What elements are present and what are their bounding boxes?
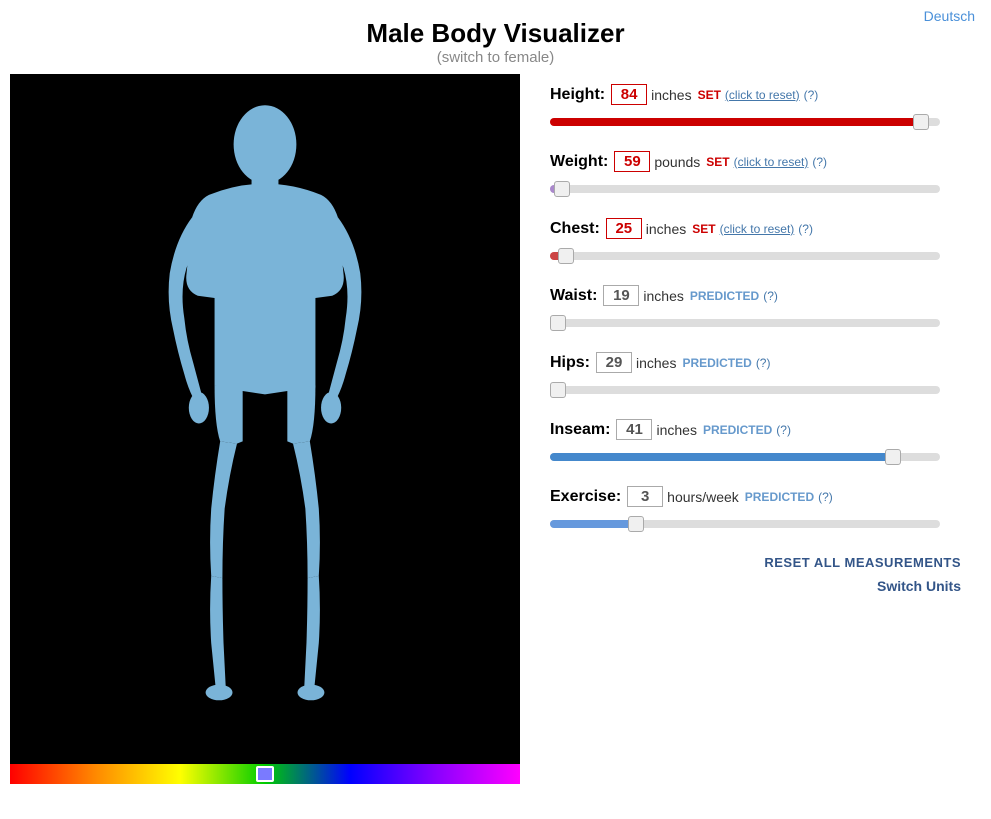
chest-slider-thumb[interactable] xyxy=(558,248,574,264)
main-content: Height: 84 inches SET (click to reset) (… xyxy=(0,74,991,784)
height-slider-track xyxy=(550,118,940,126)
waist-value[interactable]: 19 xyxy=(603,285,639,306)
waist-slider-track xyxy=(550,319,940,327)
controls-panel: Height: 84 inches SET (click to reset) (… xyxy=(520,74,981,614)
height-unit: inches xyxy=(651,87,691,103)
inseam-slider-fill xyxy=(550,453,893,461)
inseam-slider-track xyxy=(550,453,940,461)
inseam-slider-thumb[interactable] xyxy=(885,449,901,465)
height-slider-thumb[interactable] xyxy=(913,114,929,130)
gender-switch[interactable]: (switch to female) xyxy=(0,49,991,66)
height-value[interactable]: 84 xyxy=(611,84,647,105)
exercise-row: Exercise: 3 hours/week PREDICTED (?) xyxy=(550,486,961,535)
chest-slider-track xyxy=(550,252,940,260)
hips-unit: inches xyxy=(636,355,676,371)
height-help[interactable]: (?) xyxy=(804,88,819,102)
waist-unit: inches xyxy=(643,288,683,304)
hips-slider-container xyxy=(550,379,940,401)
height-status: SET xyxy=(698,88,721,102)
weight-label: Weight: xyxy=(550,153,608,171)
switch-units-button[interactable]: Switch Units xyxy=(877,578,961,594)
body-svg xyxy=(115,94,415,744)
exercise-unit: hours/week xyxy=(667,489,739,505)
inseam-help[interactable]: (?) xyxy=(776,423,791,437)
inseam-label: Inseam: xyxy=(550,421,610,439)
weight-reset[interactable]: (click to reset) xyxy=(734,155,809,169)
height-slider-fill xyxy=(550,118,921,126)
hips-row: Hips: 29 inches PREDICTED (?) xyxy=(550,352,961,401)
weight-value[interactable]: 59 xyxy=(614,151,650,172)
exercise-help[interactable]: (?) xyxy=(818,490,833,504)
chest-unit: inches xyxy=(646,221,686,237)
inseam-status: PREDICTED xyxy=(703,423,772,437)
chest-help[interactable]: (?) xyxy=(798,222,813,236)
weight-slider-track xyxy=(550,185,940,193)
weight-status: SET xyxy=(706,155,729,169)
weight-slider-container xyxy=(550,178,940,200)
height-reset[interactable]: (click to reset) xyxy=(725,88,800,102)
waist-slider-container xyxy=(550,312,940,334)
exercise-status: PREDICTED xyxy=(745,490,814,504)
height-label: Height: xyxy=(550,86,605,104)
hips-value[interactable]: 29 xyxy=(596,352,632,373)
chest-slider-container xyxy=(550,245,940,267)
exercise-slider-container xyxy=(550,513,940,535)
height-row: Height: 84 inches SET (click to reset) (… xyxy=(550,84,961,133)
page-header: Male Body Visualizer (switch to female) xyxy=(0,0,991,74)
hips-help[interactable]: (?) xyxy=(756,356,771,370)
chest-label: Chest: xyxy=(550,220,600,238)
inseam-row: Inseam: 41 inches PREDICTED (?) xyxy=(550,419,961,468)
color-bar[interactable] xyxy=(10,764,520,784)
color-bar-thumb[interactable] xyxy=(256,766,274,782)
reset-all-button[interactable]: RESET ALL MEASUREMENTS xyxy=(764,555,961,570)
body-figure xyxy=(10,74,520,764)
bottom-actions: RESET ALL MEASUREMENTS Switch Units xyxy=(550,555,961,594)
exercise-slider-track xyxy=(550,520,940,528)
waist-row: Waist: 19 inches PREDICTED (?) xyxy=(550,285,961,334)
hips-slider-track xyxy=(550,386,940,394)
waist-help[interactable]: (?) xyxy=(763,289,778,303)
inseam-value[interactable]: 41 xyxy=(616,419,652,440)
inseam-unit: inches xyxy=(656,422,696,438)
language-link[interactable]: Deutsch xyxy=(924,8,975,24)
inseam-slider-container xyxy=(550,446,940,468)
visualizer-panel xyxy=(10,74,520,784)
exercise-slider-thumb[interactable] xyxy=(628,516,644,532)
weight-help[interactable]: (?) xyxy=(812,155,827,169)
waist-status: PREDICTED xyxy=(690,289,759,303)
height-slider-container xyxy=(550,111,940,133)
chest-row: Chest: 25 inches SET (click to reset) (?… xyxy=(550,218,961,267)
exercise-slider-fill xyxy=(550,520,636,528)
chest-status: SET xyxy=(692,222,715,236)
page-title: Male Body Visualizer xyxy=(0,18,991,49)
exercise-label: Exercise: xyxy=(550,488,621,506)
chest-value[interactable]: 25 xyxy=(606,218,642,239)
waist-slider-thumb[interactable] xyxy=(550,315,566,331)
exercise-value[interactable]: 3 xyxy=(627,486,663,507)
hips-label: Hips: xyxy=(550,354,590,372)
hips-status: PREDICTED xyxy=(682,356,751,370)
weight-unit: pounds xyxy=(654,154,700,170)
hips-slider-thumb[interactable] xyxy=(550,382,566,398)
waist-label: Waist: xyxy=(550,287,597,305)
weight-slider-thumb[interactable] xyxy=(554,181,570,197)
chest-reset[interactable]: (click to reset) xyxy=(720,222,795,236)
weight-row: Weight: 59 pounds SET (click to reset) (… xyxy=(550,151,961,200)
